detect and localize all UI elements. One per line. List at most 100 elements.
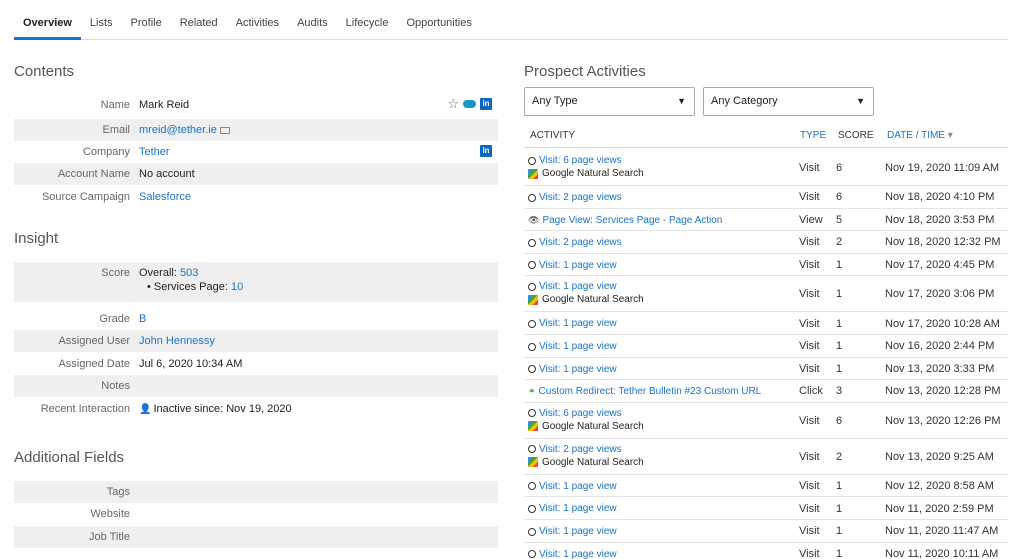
activity-date: Nov 11, 2020 11:47 AM: [885, 525, 999, 538]
services-score-link[interactable]: 10: [231, 281, 243, 293]
insight-title: Insight: [14, 230, 59, 247]
linkedin-icon[interactable]: in: [480, 98, 492, 110]
activity-type: Click: [799, 385, 823, 398]
activity-date: Nov 13, 2020 3:33 PM: [885, 362, 995, 375]
activity-type: Visit: [799, 547, 820, 559]
date-column-header[interactable]: DATE / TIME ▾: [887, 130, 953, 141]
activity-type: Visit: [799, 450, 820, 463]
score-row: Score Overall: 503 • Services Page: 10: [14, 262, 498, 302]
tab-audits[interactable]: Audits: [288, 0, 337, 40]
type-column-header[interactable]: TYPE: [800, 130, 826, 141]
clock-icon: [528, 550, 536, 559]
activity-link[interactable]: Visit: 1 page view: [539, 318, 617, 329]
company-row: Company Tether in: [14, 141, 498, 163]
company-link[interactable]: Tether: [139, 146, 170, 158]
clock-icon: [528, 527, 536, 536]
star-icon[interactable]: ☆: [447, 97, 459, 110]
activity-link[interactable]: Visit: 1 page view: [539, 503, 617, 514]
activity-type: Visit: [799, 525, 820, 538]
email-row: Email mreid@tether.ie: [14, 119, 498, 141]
company-label: Company: [82, 146, 130, 158]
notes-label: Notes: [101, 380, 130, 392]
activity-table-header: ACTIVITY TYPE SCORE DATE / TIME ▾: [524, 124, 1008, 148]
google-icon: [528, 294, 538, 305]
assigned-user-row: Assigned User John Hennessy: [14, 330, 498, 352]
salesforce-icon[interactable]: [463, 100, 476, 108]
activity-link[interactable]: Page View: Services Page - Page Action: [542, 215, 722, 226]
activity-type: View: [799, 213, 823, 226]
job-title-row: Job Title: [14, 526, 498, 548]
tab-activities[interactable]: Activities: [227, 0, 288, 40]
website-row: Website: [14, 503, 498, 525]
assigned-date-value: Jul 6, 2020 10:34 AM: [139, 358, 243, 370]
activity-link[interactable]: Visit: 1 page view: [539, 260, 617, 271]
assigned-date-label: Assigned Date: [58, 358, 130, 370]
activity-link[interactable]: Visit: 6 page views: [539, 155, 622, 166]
activity-link[interactable]: Visit: 1 page view: [539, 281, 617, 292]
contents-title: Contents: [14, 63, 75, 80]
mail-icon[interactable]: [219, 126, 230, 134]
activity-row: 👁 Page View: Services Page - Page Action V…: [524, 209, 1008, 232]
activity-link[interactable]: Visit: 1 page view: [539, 364, 617, 375]
activity-link[interactable]: Visit: 1 page view: [539, 526, 617, 537]
type-filter-select[interactable]: Any Type ▼: [524, 87, 695, 116]
activity-link[interactable]: Visit: 2 page views: [539, 237, 622, 248]
tab-overview[interactable]: Overview: [14, 0, 81, 40]
activity-link[interactable]: Visit: 2 page views: [539, 444, 622, 455]
tab-lifecycle[interactable]: Lifecycle: [337, 0, 398, 40]
campaign-link[interactable]: Salesforce: [139, 191, 191, 203]
recent-interaction-row: Recent Interaction 👤 Inactive since: Nov …: [14, 398, 498, 420]
activity-row: Visit: 6 page views Google Natural Search…: [524, 150, 1008, 186]
account-row: Account Name No account: [14, 163, 498, 185]
grade-link[interactable]: B: [139, 313, 146, 325]
overall-score-link[interactable]: 503: [180, 267, 198, 279]
category-filter-value: Any Category: [711, 95, 778, 107]
activity-score: 2: [836, 236, 843, 249]
activity-link[interactable]: Visit: 6 page views: [539, 408, 622, 419]
activity-link[interactable]: Visit: 1 page view: [539, 481, 617, 492]
campaign-label: Source Campaign: [41, 191, 130, 203]
clock-icon: [528, 342, 536, 351]
activity-score: 1: [836, 259, 843, 272]
account-label: Account Name: [57, 168, 130, 180]
score-column-header: SCORE: [838, 130, 874, 141]
activity-row: Visit: 1 page view Google Natural Search V…: [524, 276, 1008, 313]
activity-type: Visit: [799, 502, 820, 515]
type-filter-value: Any Type: [532, 95, 578, 107]
clock-icon: [528, 319, 536, 328]
linkedin-icon[interactable]: in: [480, 145, 492, 157]
activity-link[interactable]: Visit: 1 page view: [539, 549, 617, 559]
name-label: Name: [100, 99, 130, 111]
notes-row: Notes: [14, 375, 498, 397]
clock-icon: [528, 261, 536, 270]
category-filter-select[interactable]: Any Category ▼: [703, 87, 874, 116]
activity-score: 1: [836, 340, 843, 353]
activity-link[interactable]: Visit: 2 page views: [539, 192, 622, 203]
activity-score: 2: [836, 450, 843, 463]
tab-opportunities[interactable]: Opportunities: [397, 0, 480, 40]
clock-icon: [528, 409, 536, 418]
activity-score: 1: [836, 525, 843, 538]
activity-type: Visit: [799, 162, 820, 174]
assigned-date-row: Assigned Date Jul 6, 2020 10:34 AM: [14, 353, 498, 375]
email-link[interactable]: mreid@tether.ie: [139, 124, 217, 136]
name-value: Mark Reid: [139, 99, 190, 111]
overall-label: Overall:: [139, 267, 177, 279]
activity-score: 1: [836, 480, 843, 493]
tab-related[interactable]: Related: [171, 0, 227, 40]
activity-link[interactable]: Visit: 1 page view: [539, 341, 617, 352]
activity-score: 1: [836, 317, 843, 330]
activity-date: Nov 13, 2020 12:28 PM: [885, 385, 1001, 398]
activity-type: Visit: [799, 414, 820, 427]
recent-interaction-label: Recent Interaction: [40, 403, 130, 415]
activity-link[interactable]: Custom Redirect: Tether Bulletin #23 Cus…: [539, 386, 762, 397]
tab-lists[interactable]: Lists: [81, 0, 122, 40]
grade-label: Grade: [99, 313, 130, 325]
assigned-user-link[interactable]: John Hennessy: [139, 335, 215, 347]
activity-row: ⚭ Custom Redirect: Tether Bulletin #23 Cu…: [524, 380, 1008, 403]
activity-row: Visit: 1 page view Visit 1 Nov 17, 2020 4:4…: [524, 254, 1008, 277]
name-actions: ☆ in: [447, 97, 492, 110]
tab-profile[interactable]: Profile: [122, 0, 171, 40]
activity-source: Google Natural Search: [542, 294, 644, 306]
grade-row: Grade B: [14, 308, 498, 330]
